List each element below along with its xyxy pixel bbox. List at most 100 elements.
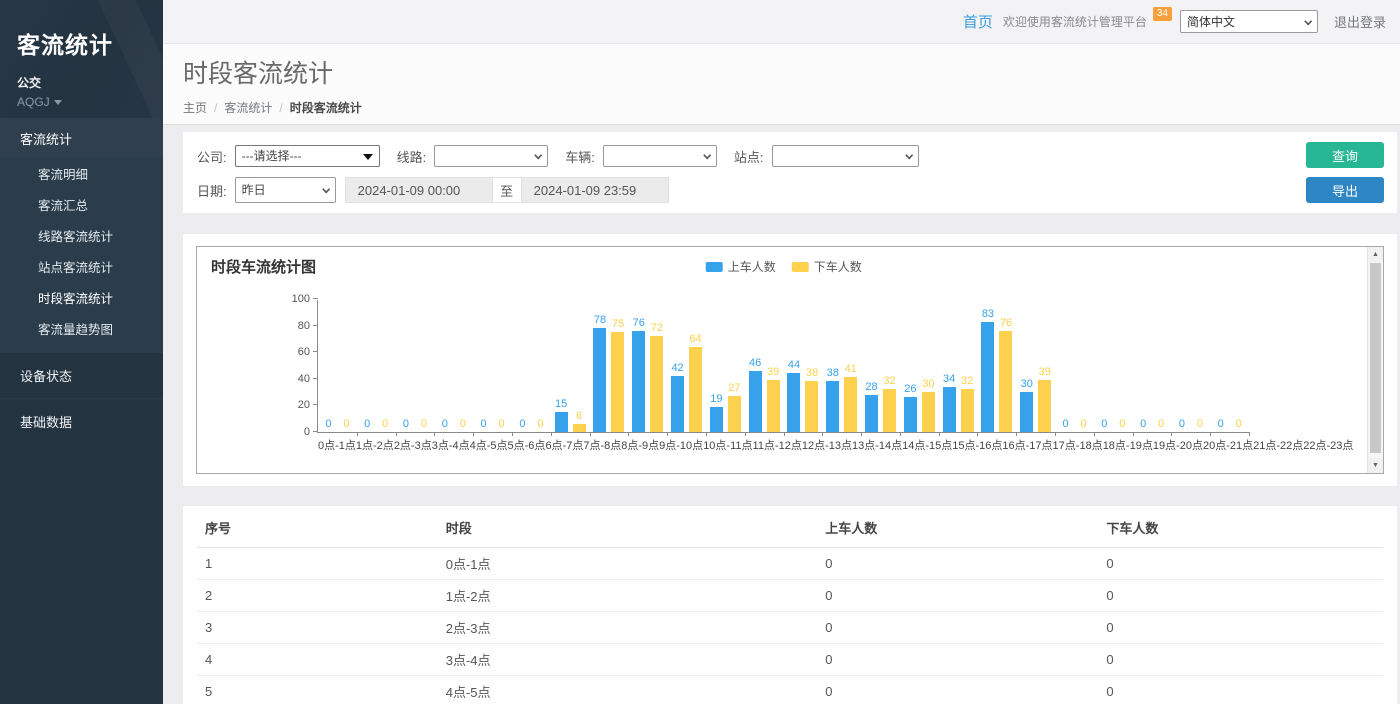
org-name: 公交 <box>17 74 163 91</box>
home-link[interactable]: 首页 <box>963 11 993 32</box>
x-axis-label: 12点-13点 <box>802 437 852 453</box>
sidebar-item[interactable]: 时段客流统计 <box>0 282 163 313</box>
breadcrumb-passenger-stats[interactable]: 客流统计 <box>224 101 272 115</box>
page-title: 时段客流统计 <box>183 54 1400 90</box>
station-label: 站点: <box>734 147 764 166</box>
data-table: 序号 时段 上车人数 下车人数 10点-1点0021点-2点0032点-3点00… <box>197 506 1383 704</box>
sidebar-section-passenger-stats[interactable]: 客流统计 <box>0 118 163 158</box>
bar-group: 2832 <box>861 389 900 432</box>
date-from-input[interactable] <box>345 177 493 203</box>
y-axis-tick-mark <box>313 325 318 326</box>
language-select-wrap: 简体中文 <box>1180 10 1318 33</box>
sidebar-item[interactable]: 站点客流统计 <box>0 251 163 282</box>
breadcrumb-home[interactable]: 主页 <box>183 101 207 115</box>
bar-value-label: 0 <box>421 418 427 430</box>
breadcrumb: 主页/客流统计/时段客流统计 <box>183 99 1400 116</box>
station-select[interactable] <box>772 145 919 167</box>
bar: 26 <box>904 397 917 432</box>
bar-value-label: 78 <box>594 314 606 326</box>
bar-value-label: 28 <box>865 381 877 393</box>
x-axis-tick-mark <box>434 432 435 436</box>
table-cell: 0点-1点 <box>438 548 818 580</box>
bar: 46 <box>749 371 762 432</box>
chart-plot: 0000000000001567875767242641927463944383… <box>317 300 1249 433</box>
sidebar-item[interactable]: 客流明细 <box>0 158 163 189</box>
col-header-boarding: 上车人数 <box>817 506 1098 548</box>
y-axis-tick-mark <box>313 378 318 379</box>
x-axis-label: 19点-20点 <box>1153 437 1203 453</box>
x-axis-label: 8点-9点 <box>621 437 659 453</box>
bar-value-label: 75 <box>612 318 624 330</box>
line-select[interactable] <box>434 145 548 167</box>
x-axis-tick-mark <box>822 432 823 436</box>
table-cell: 1点-2点 <box>438 580 818 612</box>
date-label: 日期: <box>197 181 227 200</box>
y-axis-tick-mark <box>313 431 318 432</box>
sidebar-item[interactable]: 客流量趋势图 <box>0 313 163 344</box>
x-axis-tick-mark <box>551 432 552 436</box>
bar-value-label: 38 <box>827 367 839 379</box>
scrollbar-down-arrow-icon[interactable]: ▼ <box>1368 458 1383 473</box>
bar-value-label: 0 <box>1218 418 1224 430</box>
bar: 15 <box>555 412 568 432</box>
chart-x-labels: 0点-1点1点-2点2点-3点3点-4点4点-5点5点-6点6点-7点7点-8点… <box>318 437 1249 453</box>
x-axis-tick-mark <box>1094 432 1095 436</box>
sidebar-submenu: 客流明细客流汇总线路客流统计站点客流统计时段客流统计客流量趋势图 <box>0 158 163 352</box>
vehicle-select[interactable] <box>603 145 717 167</box>
x-axis-label: 2点-3点 <box>394 437 432 453</box>
table-cell: 1 <box>197 548 438 580</box>
company-select[interactable]: ---请选择--- <box>235 145 380 167</box>
sidebar-item-base-data[interactable]: 基础数据 <box>0 398 163 444</box>
bar-value-label: 38 <box>806 367 818 379</box>
logout-link[interactable]: 退出登录 <box>1334 12 1386 31</box>
bar-group: 4438 <box>784 373 823 432</box>
bar: 83 <box>981 322 994 432</box>
bar-value-label: 0 <box>1101 418 1107 430</box>
bar: 30 <box>1020 392 1033 432</box>
x-axis-tick-mark <box>628 432 629 436</box>
language-select[interactable]: 简体中文 <box>1180 10 1318 33</box>
y-axis-tick-label: 0 <box>278 426 310 438</box>
query-button[interactable]: 查询 <box>1306 142 1384 168</box>
legend-item[interactable]: 上车人数 <box>706 258 776 275</box>
x-axis-tick-mark <box>1133 432 1134 436</box>
legend-swatch <box>792 262 809 272</box>
bar-value-label: 46 <box>749 357 761 369</box>
table-cell: 2 <box>197 580 438 612</box>
bar-value-label: 0 <box>537 418 543 430</box>
sidebar-item[interactable]: 线路客流统计 <box>0 220 163 251</box>
x-axis-label: 15点-16点 <box>952 437 1002 453</box>
bar-group: 3039 <box>1016 380 1055 432</box>
table-cell: 0 <box>1098 612 1383 644</box>
bar-value-label: 34 <box>943 373 955 385</box>
bar: 38 <box>805 381 818 432</box>
export-button[interactable]: 导出 <box>1306 177 1384 203</box>
scrollbar-thumb[interactable] <box>1370 263 1381 453</box>
bar-value-label: 83 <box>982 308 994 320</box>
legend-item[interactable]: 下车人数 <box>792 258 862 275</box>
date-preset-select[interactable]: 昨日 <box>235 177 336 203</box>
sidebar-item[interactable]: 客流汇总 <box>0 189 163 220</box>
bar-value-label: 0 <box>1140 418 1146 430</box>
bar: 72 <box>650 336 663 432</box>
bar-value-label: 30 <box>922 378 934 390</box>
bar-value-label: 44 <box>788 359 800 371</box>
breadcrumb-separator: / <box>214 101 217 115</box>
sidebar-menu-group: 客流统计 客流明细客流汇总线路客流统计站点客流统计时段客流统计客流量趋势图 <box>0 118 163 352</box>
x-axis-label: 5点-6点 <box>508 437 546 453</box>
bar-value-label: 32 <box>961 375 973 387</box>
bar: 6 <box>573 424 586 432</box>
scrollbar-up-arrow-icon[interactable]: ▲ <box>1368 247 1383 262</box>
org-switcher[interactable]: AQGJ <box>17 95 163 109</box>
bar-group: 2630 <box>900 392 939 432</box>
col-header-period: 时段 <box>438 506 818 548</box>
bar-value-label: 0 <box>460 418 466 430</box>
date-to-input[interactable] <box>521 177 669 203</box>
x-axis-label: 1点-2点 <box>356 437 394 453</box>
x-axis-tick-mark <box>977 432 978 436</box>
breadcrumb-separator: / <box>279 101 282 115</box>
x-axis-tick-mark <box>357 432 358 436</box>
x-axis-tick-mark <box>706 432 707 436</box>
bar-group: 7875 <box>590 328 629 432</box>
sidebar-item-device-status[interactable]: 设备状态 <box>0 352 163 398</box>
